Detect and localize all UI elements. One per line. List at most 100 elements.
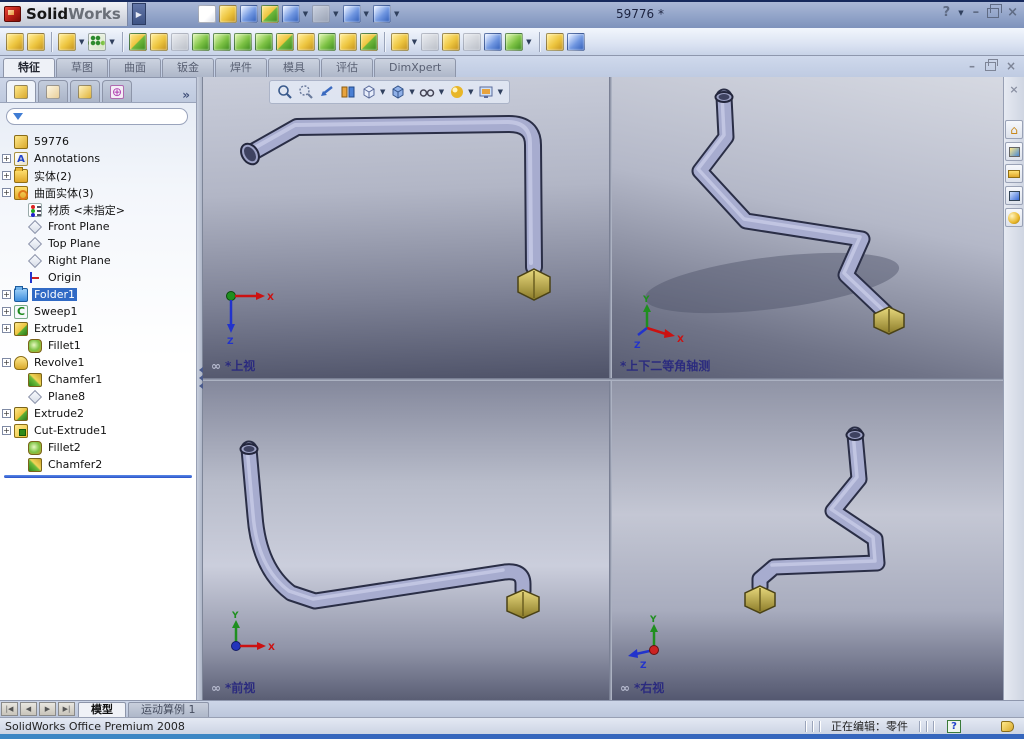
dropdown-arrow-icon[interactable]: ▼: [333, 10, 338, 18]
tab-evaluate[interactable]: 评估: [321, 58, 373, 77]
undo-button[interactable]: [342, 5, 361, 23]
shell-button[interactable]: [254, 32, 273, 51]
tree-item-revolve1[interactable]: + Revolve1: [2, 354, 196, 371]
view-palette-button[interactable]: [1005, 186, 1023, 205]
dropdown-arrow-icon[interactable]: ▼: [526, 38, 531, 46]
reference-geometry-button[interactable]: [545, 32, 564, 51]
previous-view-button[interactable]: [317, 83, 336, 102]
expand-toggle[interactable]: +: [2, 307, 11, 316]
linear-pattern-button[interactable]: [442, 32, 461, 51]
tree-item-cut-extrude1[interactable]: + Cut-Extrude1: [2, 422, 196, 439]
simple-hole-button[interactable]: [27, 32, 45, 51]
tree-item-fillet1[interactable]: Fillet1: [2, 337, 196, 354]
rollback-bar[interactable]: [4, 475, 192, 478]
expand-toggle[interactable]: +: [2, 188, 11, 197]
dropdown-arrow-icon[interactable]: ▼: [498, 88, 503, 96]
expand-toggle[interactable]: +: [2, 154, 11, 163]
design-library-button[interactable]: [1005, 142, 1023, 161]
tree-item-plane8[interactable]: Plane8: [2, 388, 196, 405]
tags-icon[interactable]: [1001, 720, 1014, 732]
dropdown-arrow-icon[interactable]: ▼: [380, 88, 385, 96]
appearances-scenes-button[interactable]: [1005, 208, 1023, 227]
tree-item-annotations[interactable]: + A Annotations: [2, 150, 196, 167]
fillet-flyout-button[interactable]: [58, 32, 76, 51]
dropdown-arrow-icon[interactable]: ▼: [109, 38, 114, 46]
first-tab-button[interactable]: |◀: [1, 702, 18, 716]
panel-splitter[interactable]: [196, 77, 203, 700]
options-button[interactable]: [372, 5, 391, 23]
tree-item-material[interactable]: 材质 <未指定>: [2, 201, 196, 218]
propertymanager-tab[interactable]: [38, 80, 68, 102]
deform-button[interactable]: [338, 32, 357, 51]
view-orientation-button[interactable]: [359, 83, 378, 102]
move-copy-bodies-button[interactable]: [566, 32, 585, 51]
viewport-front-view[interactable]: Y X ∞ *前视: [203, 381, 609, 700]
help-button[interactable]: ?: [943, 5, 951, 21]
mirror-button[interactable]: [421, 32, 440, 51]
extruded-boss-button[interactable]: [128, 32, 147, 51]
apply-scene-button[interactable]: [477, 83, 496, 102]
tree-item-chamfer1[interactable]: Chamfer1: [2, 371, 196, 388]
expand-toggle[interactable]: +: [2, 290, 11, 299]
expand-toggle[interactable]: +: [2, 358, 11, 367]
file-explorer-button[interactable]: [1005, 164, 1023, 183]
hide-show-items-button[interactable]: [418, 83, 437, 102]
zoom-to-fit-button[interactable]: [275, 83, 294, 102]
hole-wizard-button[interactable]: [6, 32, 24, 51]
task-pane-close-button[interactable]: ×: [1005, 80, 1023, 99]
dropdown-arrow-icon[interactable]: ▼: [958, 9, 963, 17]
new-document-button[interactable]: [197, 5, 216, 23]
tree-item-folder1[interactable]: + Folder1: [2, 285, 196, 303]
next-tab-button[interactable]: ▶: [39, 702, 56, 716]
open-document-button[interactable]: [218, 5, 237, 23]
extruded-cut-button[interactable]: [149, 32, 168, 51]
dropdown-arrow-icon[interactable]: ▼: [439, 88, 444, 96]
model-tab[interactable]: 模型: [78, 702, 126, 717]
viewport-vertical-divider[interactable]: [609, 77, 612, 700]
swept-boss-button[interactable]: [170, 32, 189, 51]
tree-item-extrude1[interactable]: + Extrude1: [2, 320, 196, 337]
save-button[interactable]: [281, 5, 300, 23]
tree-item-surface-bodies[interactable]: + 曲面实体(3): [2, 184, 196, 201]
circular-pattern-button[interactable]: [463, 32, 482, 51]
dropdown-arrow-icon[interactable]: ▼: [79, 38, 84, 46]
dropdown-arrow-icon[interactable]: ▼: [468, 88, 473, 96]
pattern-flyout-button[interactable]: [88, 32, 107, 51]
dropdown-arrow-icon[interactable]: ▼: [364, 10, 369, 18]
dimxpertmanager-tab[interactable]: ⊕: [102, 80, 132, 102]
close-button[interactable]: ×: [1007, 5, 1018, 21]
menu-flyout-arrow-icon[interactable]: ▶: [131, 3, 146, 25]
doc-minimize-button[interactable]: –: [969, 59, 975, 73]
doc-restore-button[interactable]: [984, 58, 998, 71]
lofted-boss-button[interactable]: [233, 32, 252, 51]
panel-chevron-icon[interactable]: »: [182, 88, 192, 102]
zoom-to-area-button[interactable]: [296, 83, 315, 102]
expand-toggle[interactable]: +: [2, 426, 11, 435]
tab-weldments[interactable]: 焊件: [215, 58, 267, 77]
tree-item-origin[interactable]: Origin: [2, 269, 196, 286]
viewport-isometric-view[interactable]: Y X Z *上下二等角轴测: [612, 77, 1003, 378]
tree-filter-input[interactable]: [6, 108, 188, 125]
tab-mold-tools[interactable]: 模具: [268, 58, 320, 77]
last-tab-button[interactable]: ▶|: [58, 702, 75, 716]
tree-item-part[interactable]: 59776: [2, 133, 196, 150]
dome-button[interactable]: [317, 32, 336, 51]
featuremanager-tree-tab[interactable]: [6, 80, 36, 102]
make-drawing-from-part-button[interactable]: [239, 5, 258, 23]
section-view-button[interactable]: [338, 83, 357, 102]
graphics-area[interactable]: X Z ∞ *上视 Y X Z *上下二等角轴测 Y X ∞ *前视 Y Z ∞…: [203, 77, 1003, 700]
draft-button[interactable]: [275, 32, 294, 51]
expand-toggle[interactable]: +: [2, 409, 11, 418]
dropdown-arrow-icon[interactable]: ▼: [394, 10, 399, 18]
print-button[interactable]: [312, 5, 331, 23]
edit-appearance-button[interactable]: [447, 83, 466, 102]
tree-item-sweep1[interactable]: + C Sweep1: [2, 303, 196, 320]
doc-close-button[interactable]: ×: [1006, 59, 1016, 73]
tab-sheet-metal[interactable]: 钣金: [162, 58, 214, 77]
freeform-flyout-button[interactable]: [390, 32, 409, 51]
tab-dimxpert[interactable]: DimXpert: [374, 58, 457, 77]
revolved-cut-button[interactable]: [212, 32, 231, 51]
solidworks-resources-button[interactable]: ⌂: [1005, 120, 1023, 139]
curves-button[interactable]: [484, 32, 503, 51]
dropdown-arrow-icon[interactable]: ▼: [409, 88, 414, 96]
